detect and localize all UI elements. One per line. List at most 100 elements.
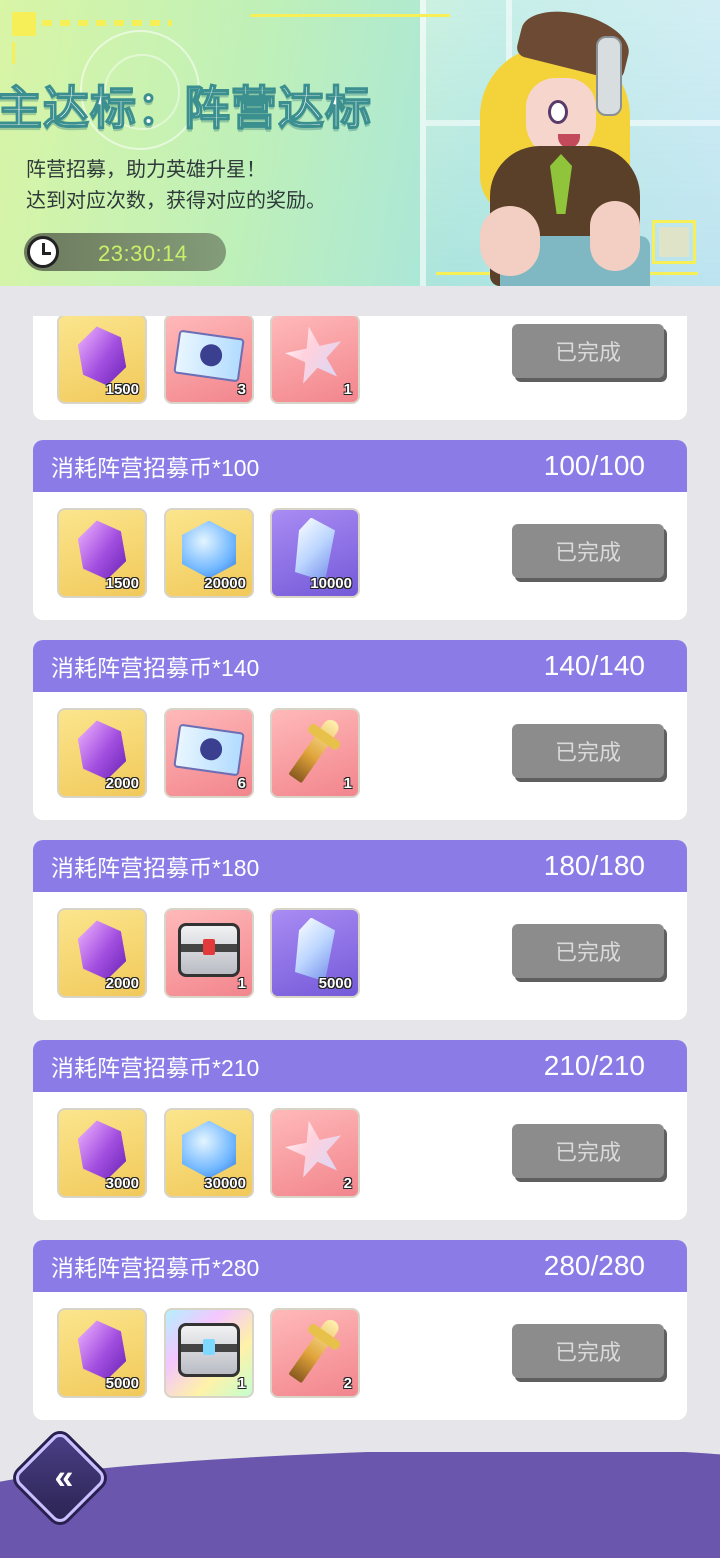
footer-wave xyxy=(0,1452,720,1558)
reward-slot[interactable]: 1 xyxy=(164,908,254,998)
task-title: 消耗阵营招募币*180 xyxy=(51,855,260,881)
reward-slot[interactable]: 1500 xyxy=(57,314,147,404)
reward-qty: 3 xyxy=(237,381,246,398)
completed-button[interactable]: 已完成 xyxy=(512,324,664,378)
frame-corner-decoration xyxy=(652,220,696,264)
task-title: 消耗阵营招募币*100 xyxy=(51,455,260,481)
countdown-timer: 23:30:14 xyxy=(24,233,226,271)
top-line-decoration xyxy=(250,14,450,17)
double-chevron-left-icon: « xyxy=(54,1458,66,1497)
purple-gem-icon xyxy=(75,916,129,983)
clock-icon xyxy=(27,236,59,268)
banner-desc-line1: 阵营招募，助力英雄升星！ xyxy=(26,159,266,181)
completed-button[interactable]: 已完成 xyxy=(512,1324,664,1378)
reward-slot[interactable]: 3 xyxy=(164,314,254,404)
task-card: 消耗阵营招募币*180 180/180 2000 1 5000 已完成 xyxy=(33,840,687,1020)
chest-icon xyxy=(178,922,240,977)
reward-qty: 1500 xyxy=(105,381,139,398)
task-header: 消耗阵营招募币*280 280/280 xyxy=(33,1240,687,1292)
reward-slot[interactable]: 10000 xyxy=(270,508,360,598)
task-card: 消耗阵营招募币*100 100/100 1500 20000 10000 已完成 xyxy=(33,440,687,620)
task-rewards: 2000 6 1 已完成 xyxy=(33,692,687,820)
task-rewards: 5000 1 2 已完成 xyxy=(33,1292,687,1420)
reward-slot[interactable]: 3000 xyxy=(57,1108,147,1198)
reward-slot[interactable]: 1 xyxy=(164,1308,254,1398)
crystal-icon xyxy=(295,517,335,582)
reward-slot[interactable]: 30000 xyxy=(164,1108,254,1198)
banner-title: 主达标：阵营达标 xyxy=(0,81,372,135)
weapon-icon xyxy=(288,1316,342,1383)
banner-desc-line2: 达到对应次数，获得对应的奖励。 xyxy=(26,190,326,212)
task-title: 消耗阵营招募币*210 xyxy=(51,1055,260,1081)
banner-description: 阵营招募，助力英雄升星！ 达到对应次数，获得对应的奖励。 xyxy=(26,155,326,217)
reward-slot[interactable]: 1 xyxy=(270,708,360,798)
reward-qty: 3000 xyxy=(105,1175,139,1192)
reward-slot[interactable]: 2 xyxy=(270,1108,360,1198)
purple-gem-icon xyxy=(75,322,129,389)
reward-slot[interactable]: 5000 xyxy=(57,1308,147,1398)
recruit-ticket-icon xyxy=(173,329,245,382)
corner-square-decoration xyxy=(12,12,36,36)
task-rewards: 2000 1 5000 已完成 xyxy=(33,892,687,1020)
reward-qty: 2 xyxy=(343,1175,352,1192)
footer-bar xyxy=(0,1452,720,1558)
reward-qty: 1 xyxy=(343,775,352,792)
purple-gem-icon xyxy=(75,716,129,783)
event-banner: 主达标：阵营达标 阵营招募，助力英雄升星！ 达到对应次数，获得对应的奖励。 23… xyxy=(0,0,720,286)
reward-slot[interactable]: 20000 xyxy=(164,508,254,598)
task-title: 消耗阵营招募币*140 xyxy=(51,655,260,681)
task-card: 消耗阵营招募币*210 210/210 3000 30000 2 已完成 xyxy=(33,1040,687,1220)
holo-chest-icon xyxy=(178,1322,240,1377)
task-header: 消耗阵营招募币*140 140/140 xyxy=(33,640,687,692)
reward-qty: 2000 xyxy=(105,775,139,792)
task-progress: 100/100 xyxy=(543,450,645,481)
reward-slot[interactable]: 5000 xyxy=(270,908,360,998)
reward-qty: 1 xyxy=(343,381,352,398)
purple-gem-icon xyxy=(75,1116,129,1183)
reward-qty: 1 xyxy=(237,1375,246,1392)
task-rewards: 1500 20000 10000 已完成 xyxy=(33,492,687,620)
reward-slot[interactable]: 2000 xyxy=(57,908,147,998)
task-progress: 140/140 xyxy=(543,650,645,681)
task-rewards: 3000 30000 2 已完成 xyxy=(33,1092,687,1220)
reward-qty: 1500 xyxy=(105,575,139,592)
completed-button[interactable]: 已完成 xyxy=(512,924,664,978)
dotted-line-decoration xyxy=(42,20,172,26)
left-line-decoration xyxy=(12,42,15,64)
reward-slot[interactable]: 1500 xyxy=(57,508,147,598)
purple-gem-icon xyxy=(75,516,129,583)
purple-gem-icon xyxy=(75,1316,129,1383)
reward-slot[interactable]: 2000 xyxy=(57,708,147,798)
reward-qty: 10000 xyxy=(310,575,352,592)
task-header: 消耗阵营招募币*210 210/210 xyxy=(33,1040,687,1092)
reward-qty: 20000 xyxy=(204,575,246,592)
completed-button[interactable]: 已完成 xyxy=(512,724,664,778)
task-card: 消耗阵营招募币*280 280/280 5000 1 2 已完成 xyxy=(33,1240,687,1420)
task-title: 消耗阵营招募币*280 xyxy=(51,1255,260,1281)
reward-qty: 2000 xyxy=(105,975,139,992)
reward-qty: 6 xyxy=(237,775,246,792)
blue-diamond-icon xyxy=(182,520,236,579)
countdown-time: 23:30:14 xyxy=(98,241,188,266)
reward-slot[interactable]: 6 xyxy=(164,708,254,798)
reward-qty: 1 xyxy=(237,975,246,992)
completed-button[interactable]: 已完成 xyxy=(512,1124,664,1178)
blue-diamond-icon xyxy=(182,1120,236,1179)
reward-qty: 30000 xyxy=(204,1175,246,1192)
recruit-ticket-icon xyxy=(173,723,245,776)
crystal-icon xyxy=(295,917,335,982)
reward-slot[interactable]: 1 xyxy=(270,314,360,404)
task-header: 消耗阵营招募币*180 180/180 xyxy=(33,840,687,892)
task-progress: 180/180 xyxy=(543,850,645,881)
star-shard-icon xyxy=(279,320,350,391)
task-progress: 280/280 xyxy=(543,1250,645,1281)
completed-button[interactable]: 已完成 xyxy=(512,524,664,578)
star-shard-icon xyxy=(279,1114,350,1185)
reward-slot[interactable]: 2 xyxy=(270,1308,360,1398)
reward-qty: 2 xyxy=(343,1375,352,1392)
task-progress: 210/210 xyxy=(543,1050,645,1081)
reward-qty: 5000 xyxy=(105,1375,139,1392)
reward-qty: 5000 xyxy=(318,975,352,992)
weapon-icon xyxy=(288,716,342,783)
task-card: 消耗阵营招募币*140 140/140 2000 6 1 已完成 xyxy=(33,640,687,820)
